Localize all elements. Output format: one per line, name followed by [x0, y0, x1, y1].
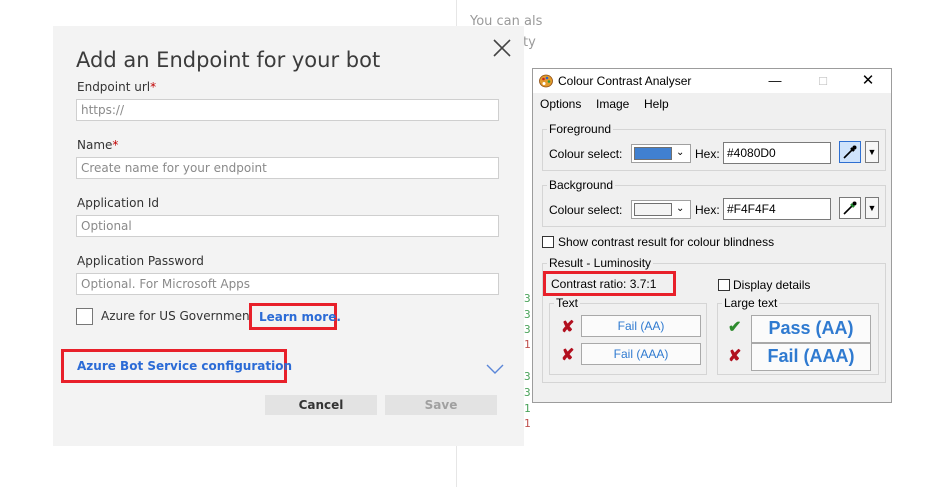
chevron-down-icon: ⌄ — [676, 147, 685, 158]
name-input[interactable] — [76, 157, 499, 179]
show-blindness-label: Show contrast result for colour blindnes… — [558, 235, 775, 249]
fail-mark-icon: ✘ — [561, 319, 575, 336]
contrast-ratio-highlight: Contrast ratio: 3.7:1 — [543, 271, 676, 296]
fg-hex-label: Hex: — [695, 147, 720, 161]
azure-bot-config-link[interactable]: Azure Bot Service configuration — [77, 359, 292, 373]
close-icon[interactable] — [491, 37, 513, 59]
add-endpoint-dialog: Add an Endpoint for your bot Endpoint ur… — [53, 26, 524, 446]
azure-us-gov-label: Azure for US Governmen — [101, 309, 250, 323]
menu-image[interactable]: Image — [596, 97, 629, 111]
fg-picker-dropdown[interactable]: ▼ — [865, 141, 879, 163]
bg-colour-swatch — [634, 203, 672, 216]
large-text-aa-result: Pass (AA) — [751, 315, 871, 343]
background-group-label: Background — [547, 178, 616, 192]
eyedropper-icon[interactable] — [839, 197, 861, 219]
application-id-input[interactable] — [76, 215, 499, 237]
gutter-digit: 3 — [524, 292, 531, 305]
bg-colour-select-label: Colour select: — [549, 203, 623, 217]
bg-hex-input[interactable]: #F4F4F4 — [723, 198, 831, 220]
azure-config-highlight: Azure Bot Service configuration — [61, 349, 292, 383]
save-button[interactable]: Save — [385, 395, 497, 415]
menu-help[interactable]: Help — [644, 97, 669, 111]
eyedropper-icon[interactable] — [839, 141, 861, 163]
display-details-checkbox[interactable] — [718, 279, 730, 291]
fg-hex-input[interactable]: #4080D0 — [723, 142, 831, 164]
chevron-down-icon[interactable] — [485, 360, 505, 379]
text-aa-result: Fail (AA) — [581, 315, 701, 337]
gutter-digit: 3 — [524, 323, 531, 336]
gutter-digit: 1 — [524, 338, 531, 351]
gutter-digit: 3 — [524, 370, 531, 383]
application-password-label: Application Password — [77, 254, 204, 268]
result-group-label: Result - Luminosity — [547, 256, 654, 270]
maximize-icon[interactable]: □ — [813, 72, 833, 90]
learn-more-highlight: Learn more. — [249, 303, 341, 330]
chevron-down-icon: ⌄ — [676, 203, 685, 214]
learn-more-link[interactable]: Learn more. — [259, 310, 341, 324]
foreground-group-label: Foreground — [547, 122, 614, 136]
gutter-digit: 3 — [524, 386, 531, 399]
endpoint-url-label: Endpoint url* — [77, 80, 157, 94]
application-id-label: Application Id — [77, 196, 160, 210]
endpoint-url-input[interactable] — [76, 99, 499, 121]
title-bar: Colour Contrast Analyser — □ ✕ — [533, 69, 891, 93]
name-label: Name* — [77, 138, 119, 152]
menu-options[interactable]: Options — [540, 97, 581, 111]
azure-us-gov-checkbox[interactable] — [76, 308, 93, 325]
menu-bar: Options Image Help — [533, 94, 891, 114]
bg-colour-dropdown[interactable]: ⌄ — [631, 200, 691, 219]
text-aaa-result: Fail (AAA) — [581, 343, 701, 365]
fg-colour-select-label: Colour select: — [549, 147, 623, 161]
fg-colour-swatch — [634, 147, 672, 160]
fail-mark-icon: ✘ — [561, 347, 575, 364]
window-title: Colour Contrast Analyser — [558, 74, 692, 88]
application-password-input[interactable] — [76, 273, 499, 295]
dialog-title: Add an Endpoint for your bot — [76, 48, 381, 72]
large-text-group-label: Large text — [722, 296, 780, 310]
gutter-digit: 1 — [524, 402, 531, 415]
fail-mark-icon: ✘ — [728, 348, 742, 365]
gutter-digit: 3 — [524, 308, 531, 321]
contrast-ratio: Contrast ratio: 3.7:1 — [551, 277, 657, 291]
bg-hex-label: Hex: — [695, 203, 720, 217]
minimize-icon[interactable]: — — [765, 72, 785, 90]
background-text-snippet-2: ty — [523, 35, 536, 50]
fg-colour-dropdown[interactable]: ⌄ — [631, 144, 691, 163]
text-group-label: Text — [554, 296, 581, 310]
colour-contrast-analyser-window: Colour Contrast Analyser — □ ✕ Options I… — [532, 68, 892, 403]
gutter-digit: 1 — [524, 417, 531, 430]
cancel-button[interactable]: Cancel — [265, 395, 377, 415]
bg-picker-dropdown[interactable]: ▼ — [865, 197, 879, 219]
show-blindness-checkbox[interactable] — [542, 236, 554, 248]
palette-icon — [539, 74, 553, 88]
close-window-icon[interactable]: ✕ — [858, 72, 878, 90]
display-details-label: Display details — [733, 278, 811, 292]
pass-mark-icon: ✔ — [728, 319, 742, 336]
large-text-aaa-result: Fail (AAA) — [751, 343, 871, 371]
